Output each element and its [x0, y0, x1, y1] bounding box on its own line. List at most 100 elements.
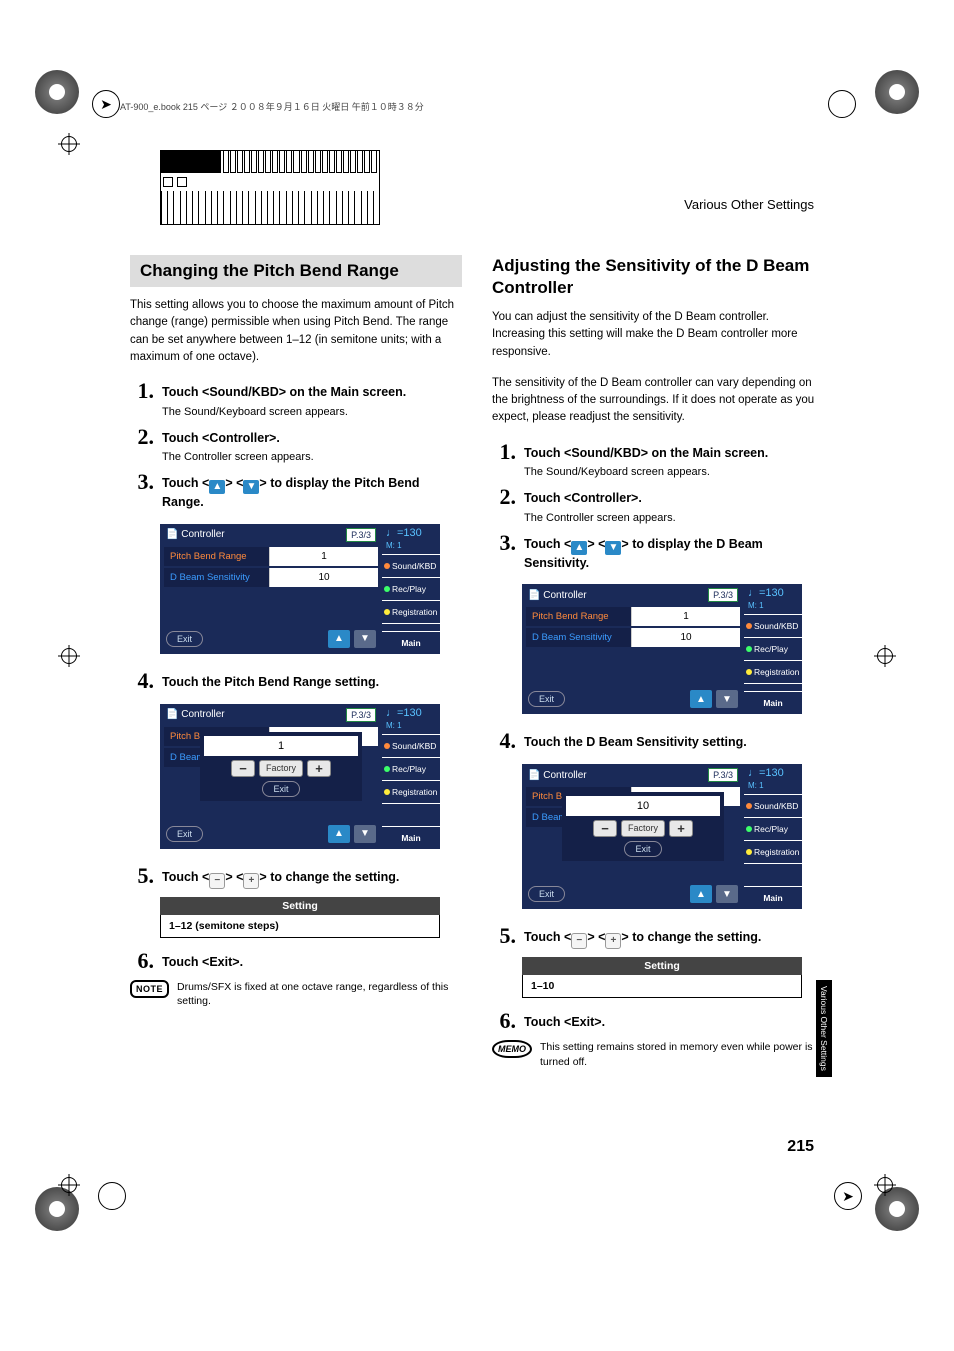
step-number: 6.	[492, 1010, 516, 1032]
main-button: Main	[744, 887, 802, 909]
memo-text: This setting remains stored in memory ev…	[540, 1040, 824, 1069]
chapter-title: Various Other Settings	[684, 197, 814, 212]
step-number: 4.	[492, 730, 516, 752]
step-number: 1.	[130, 380, 154, 402]
crop-mark	[58, 1174, 80, 1196]
down-arrow-icon: ▼	[605, 541, 621, 555]
section-heading: Adjusting the Sensitivity of the D Beam …	[492, 255, 824, 299]
step-text: Touch <Controller>.	[524, 490, 824, 508]
note-block: NOTE Drums/SFX is fixed at one octave ra…	[130, 980, 462, 1009]
list-label: D Beam Sensitivity	[164, 568, 269, 587]
down-arrow-icon: ▼	[243, 480, 259, 494]
chapter-side-tab: Various Other Settings	[816, 980, 832, 1077]
page-indicator: P.3/3	[346, 708, 376, 722]
print-arrow-icon	[104, 1188, 120, 1204]
down-arrow-icon: ▼	[716, 690, 738, 708]
step-subtext: The Controller screen appears.	[524, 512, 824, 524]
minus-button: −	[231, 760, 255, 777]
list-label: Pitch Bend Range	[164, 547, 269, 566]
value-popup: 10 − Factory + Exit	[562, 792, 724, 861]
up-arrow-icon: ▲	[328, 630, 350, 648]
memo-block: MEMO This setting remains stored in memo…	[492, 1040, 824, 1069]
text-fragment: Touch <	[162, 870, 209, 884]
crop-mark	[874, 1174, 896, 1196]
screen-title: Controller	[181, 709, 224, 720]
list-value: 10	[631, 628, 740, 647]
page-indicator: P.3/3	[346, 528, 376, 542]
page-indicator: P.3/3	[708, 768, 738, 782]
list-value: 1	[631, 607, 740, 626]
setting-table: Setting 1–12 (semitone steps)	[160, 897, 440, 938]
text-fragment: > to change the setting.	[259, 870, 399, 884]
step-text: Touch <▲> <▼> to display the D Beam Sens…	[524, 536, 824, 573]
step-4: 4. Touch the Pitch Bend Range setting.	[130, 670, 462, 692]
text-fragment: > to change the setting.	[621, 930, 761, 944]
list-label: Pitch Bend Range	[526, 607, 631, 626]
text-fragment: > <	[225, 476, 243, 490]
note-badge: NOTE	[130, 980, 169, 998]
factory-button: Factory	[259, 760, 303, 777]
text-fragment: > <	[225, 870, 243, 884]
plus-button: +	[669, 820, 693, 837]
up-arrow-icon: ▲	[328, 825, 350, 843]
note-text: Drums/SFX is fixed at one octave range, …	[177, 980, 462, 1009]
screen-title: Controller	[181, 529, 224, 540]
table-cell: 1–12 (semitone steps)	[160, 915, 440, 938]
table-header: Setting	[160, 897, 440, 915]
crop-mark	[58, 133, 80, 155]
step-number: 5.	[492, 925, 516, 947]
down-arrow-icon: ▼	[716, 885, 738, 903]
controller-screen-screenshot: 📄 ControllerP.3/3 Pitch Bend Range1 D Be…	[160, 524, 440, 654]
step-1: 1. Touch <Sound/KBD> on the Main screen.…	[492, 441, 824, 479]
step-text: Touch <Controller>.	[162, 430, 462, 448]
section-heading: Changing the Pitch Bend Range	[130, 255, 462, 287]
main-button: Main	[382, 632, 440, 654]
page-indicator: P.3/3	[708, 588, 738, 602]
step-text: Touch <−> <+> to change the setting.	[162, 869, 462, 889]
step-3: 3. Touch <▲> <▼> to display the D Beam S…	[492, 532, 824, 573]
text-fragment: > <	[587, 537, 605, 551]
screen-title: Controller	[543, 590, 586, 601]
step-number: 6.	[130, 950, 154, 972]
text-fragment: Touch <	[162, 476, 209, 490]
side-button: Sound/KBD	[382, 735, 440, 757]
popup-exit-button: Exit	[262, 781, 299, 797]
step-subtext: The Sound/Keyboard screen appears.	[162, 406, 462, 418]
main-button: Main	[382, 827, 440, 849]
up-arrow-icon: ▲	[209, 480, 225, 494]
product-illustration	[160, 150, 380, 225]
step-6: 6. Touch <Exit>.	[130, 950, 462, 972]
table-cell: 1–10	[522, 975, 802, 998]
down-arrow-icon: ▼	[354, 630, 376, 648]
up-arrow-icon: ▲	[690, 885, 712, 903]
page-number: 215	[787, 1138, 814, 1156]
factory-button: Factory	[621, 820, 665, 837]
crop-mark	[58, 645, 80, 667]
tempo-display: ♩=130M: 1	[382, 704, 440, 734]
step-5: 5. Touch <−> <+> to change the setting.	[492, 925, 824, 949]
intro-paragraph: The sensitivity of the D Beam controller…	[492, 375, 824, 427]
side-button: Rec/Play	[382, 758, 440, 780]
step-number: 2.	[492, 486, 516, 508]
memo-badge: MEMO	[492, 1040, 532, 1058]
side-button: Registration	[382, 601, 440, 623]
step-6: 6. Touch <Exit>.	[492, 1010, 824, 1032]
page-header-info: AT-900_e.book 215 ページ ２００８年９月１６日 火曜日 午前１…	[120, 100, 424, 113]
side-button: Sound/KBD	[744, 615, 802, 637]
step-text: Touch the D Beam Sensitivity setting.	[524, 734, 824, 752]
step-number: 2.	[130, 426, 154, 448]
exit-button: Exit	[166, 631, 203, 647]
step-2: 2. Touch <Controller>. The Controller sc…	[130, 426, 462, 464]
text-fragment: > <	[587, 930, 605, 944]
popup-value: 1	[204, 736, 358, 756]
up-arrow-icon: ▲	[571, 541, 587, 555]
step-number: 1.	[492, 441, 516, 463]
step-number: 4.	[130, 670, 154, 692]
step-2: 2. Touch <Controller>. The Controller sc…	[492, 486, 824, 524]
step-number: 3.	[130, 471, 154, 493]
dbeam-popup-screenshot: 📄 ControllerP.3/3 Pitch Bend Range1 D Be…	[522, 764, 802, 909]
plus-icon: +	[243, 873, 259, 889]
list-label: D Beam Sensitivity	[526, 628, 631, 647]
section-dbeam-sensitivity: Adjusting the Sensitivity of the D Beam …	[492, 255, 824, 1070]
step-text: Touch <▲> <▼> to display the Pitch Bend …	[162, 475, 462, 512]
